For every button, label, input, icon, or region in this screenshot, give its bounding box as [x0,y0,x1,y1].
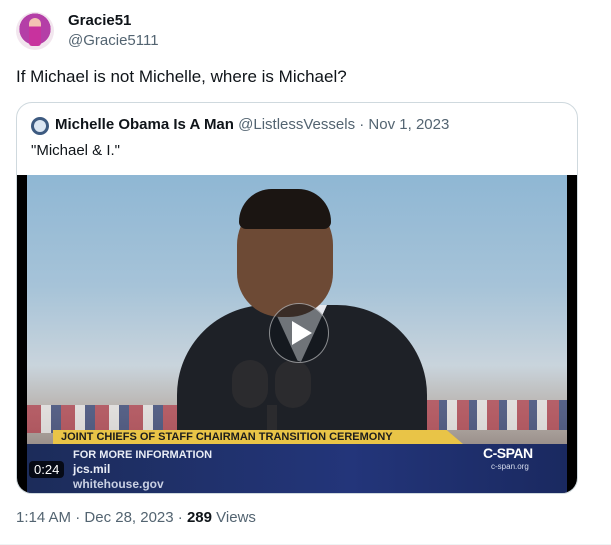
tweet-text: If Michael is not Michelle, where is Mic… [16,67,347,86]
video-duration: 0:24 [29,461,65,478]
views-label: Views [212,509,256,526]
info-line-2: whitehouse.gov [73,477,164,491]
speaker-hair [239,189,331,229]
info-heading: FOR MORE INFORMATION [73,449,213,461]
network-logo: C-SPAN [483,445,533,461]
microphone-right [275,360,311,408]
quoted-author-avatar[interactable] [31,117,49,135]
network-site: c-span.org [491,462,529,471]
microphone-left [232,360,268,408]
separator: · [173,509,187,526]
quoted-author-handle[interactable]: @ListlessVessels [238,116,355,133]
author-handle[interactable]: @Gracie5111 [68,32,159,49]
tweet-footer: 1:14 AM · Dec 28, 2023 · 289 Views [16,509,256,526]
tweet-date[interactable]: Dec 28, 2023 [84,509,173,526]
quoted-header: Michelle Obama Is A Man @ListlessVessels… [55,116,449,133]
play-icon[interactable] [269,303,329,363]
quoted-text: "Michael & I." [31,142,121,159]
bunting-right [417,400,567,430]
info-line-1: jcs.mil [73,462,111,476]
video-player[interactable]: JOINT CHIEFS OF STAFF CHAIRMAN TRANSITIO… [17,175,577,493]
author-name[interactable]: Gracie51 [68,12,131,29]
author-avatar[interactable] [16,12,54,50]
separator: · [355,116,369,133]
quoted-date[interactable]: Nov 1, 2023 [368,116,449,133]
quoted-author-name[interactable]: Michelle Obama Is A Man [55,116,234,133]
banner-text: JOINT CHIEFS OF STAFF CHAIRMAN TRANSITIO… [61,431,393,443]
quoted-tweet[interactable]: Michelle Obama Is A Man @ListlessVessels… [16,102,578,494]
bunting-left [27,405,197,433]
tweet-time[interactable]: 1:14 AM [16,509,71,526]
views-count[interactable]: 289 [187,509,212,526]
separator: · [71,509,85,526]
